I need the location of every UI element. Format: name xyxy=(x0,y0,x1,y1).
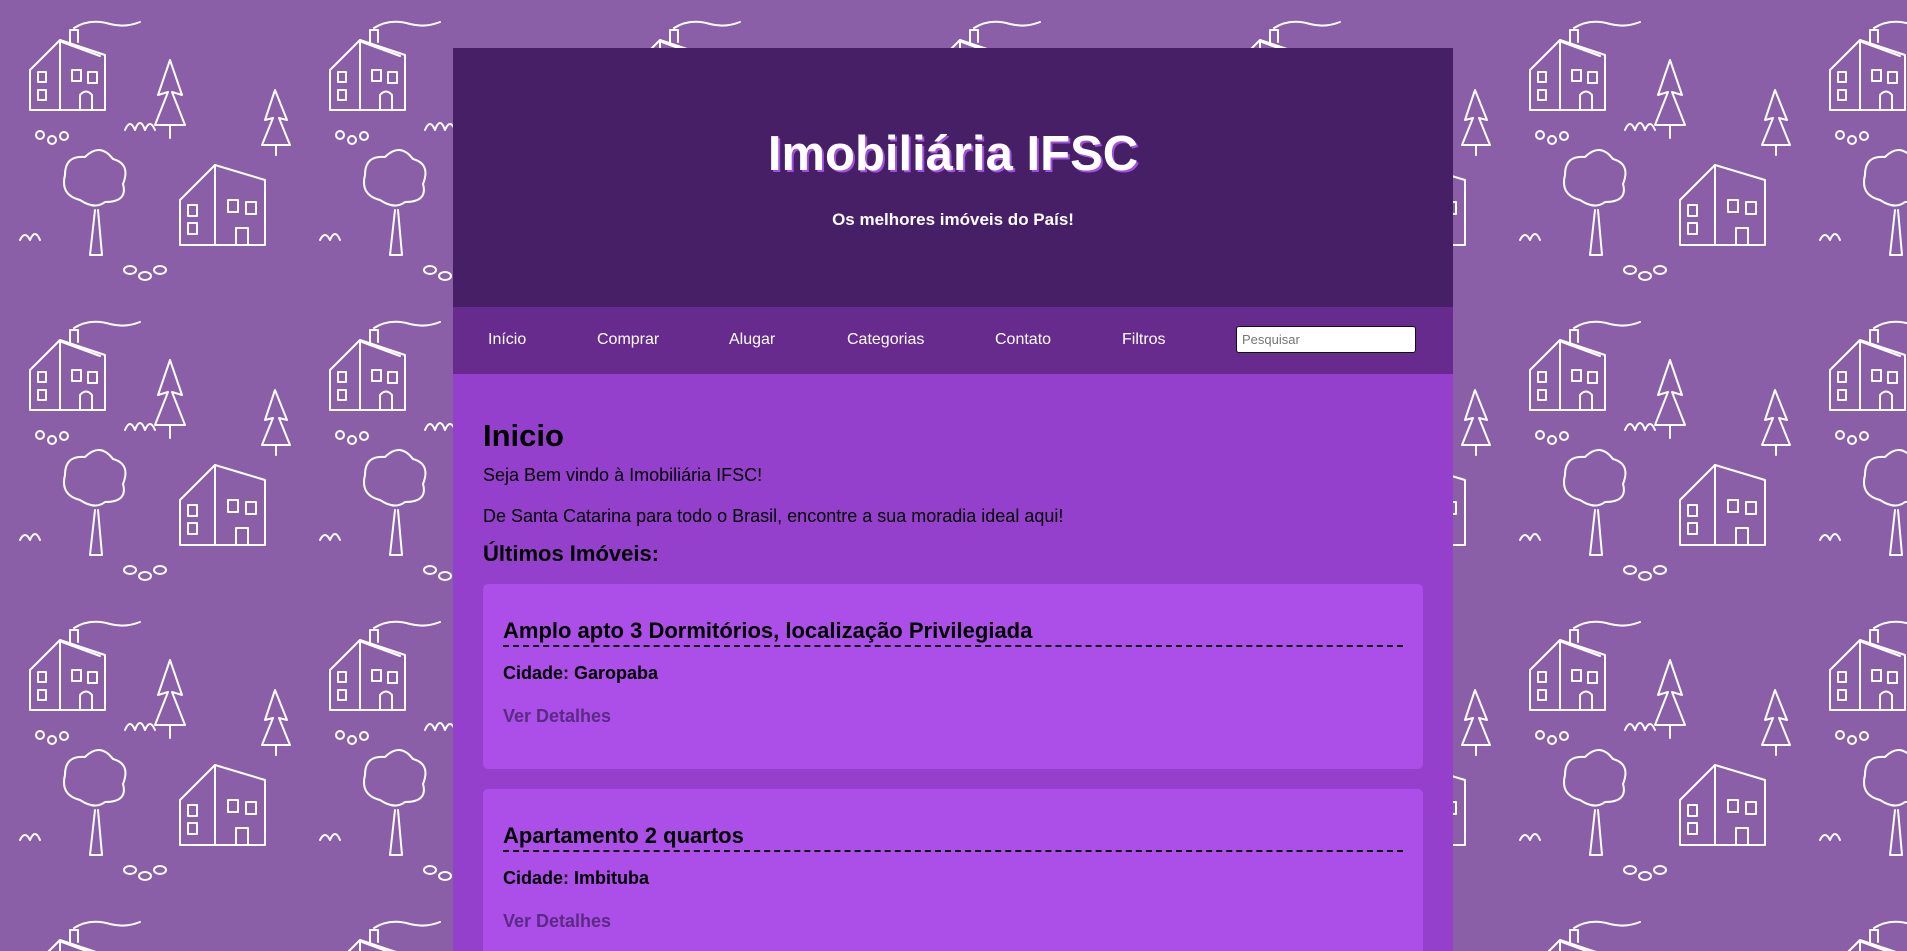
listing-card: Amplo apto 3 Dormitórios, localização Pr… xyxy=(483,584,1423,769)
nav-link-alugar[interactable]: Alugar xyxy=(729,331,775,349)
listing-title: Apartamento 2 quartos xyxy=(503,823,1403,852)
intro-subtitle: De Santa Catarina para todo o Brasil, en… xyxy=(483,506,1064,526)
nav-link-categorias[interactable]: Categorias xyxy=(847,331,924,349)
listing-title: Amplo apto 3 Dormitórios, localização Pr… xyxy=(503,618,1403,647)
latest-listings-heading: Últimos Imóveis: xyxy=(483,541,660,566)
main-nav: Início Comprar Alugar Categorias Contato… xyxy=(453,307,1453,374)
view-details-link[interactable]: Ver Detalhes xyxy=(503,706,611,727)
search-input[interactable] xyxy=(1236,326,1416,353)
nav-link-comprar[interactable]: Comprar xyxy=(597,331,659,349)
view-details-link[interactable]: Ver Detalhes xyxy=(503,911,611,932)
page-title: Inicio xyxy=(483,418,564,453)
listing-city: Cidade: Imbituba xyxy=(503,868,650,888)
nav-link-inicio[interactable]: Início xyxy=(488,331,526,349)
nav-link-filtros[interactable]: Filtros xyxy=(1122,331,1166,349)
listing-card: Apartamento 2 quartos Cidade: Imbituba V… xyxy=(483,789,1423,951)
site-tagline: Os melhores imóveis do País! xyxy=(832,210,1074,229)
listing-city: Cidade: Garopaba xyxy=(503,663,659,683)
nav-link-contato[interactable]: Contato xyxy=(995,331,1051,349)
site-header: Imobiliária IFSC Os melhores imóveis do … xyxy=(453,48,1453,307)
welcome-text: Seja Bem vindo à Imobiliária IFSC! xyxy=(483,465,763,485)
site-title: Imobiliária IFSC xyxy=(767,127,1139,181)
main-content: Inicio Seja Bem vindo à Imobiliária IFSC… xyxy=(453,374,1453,951)
page-container: Imobiliária IFSC Os melhores imóveis do … xyxy=(453,48,1453,951)
